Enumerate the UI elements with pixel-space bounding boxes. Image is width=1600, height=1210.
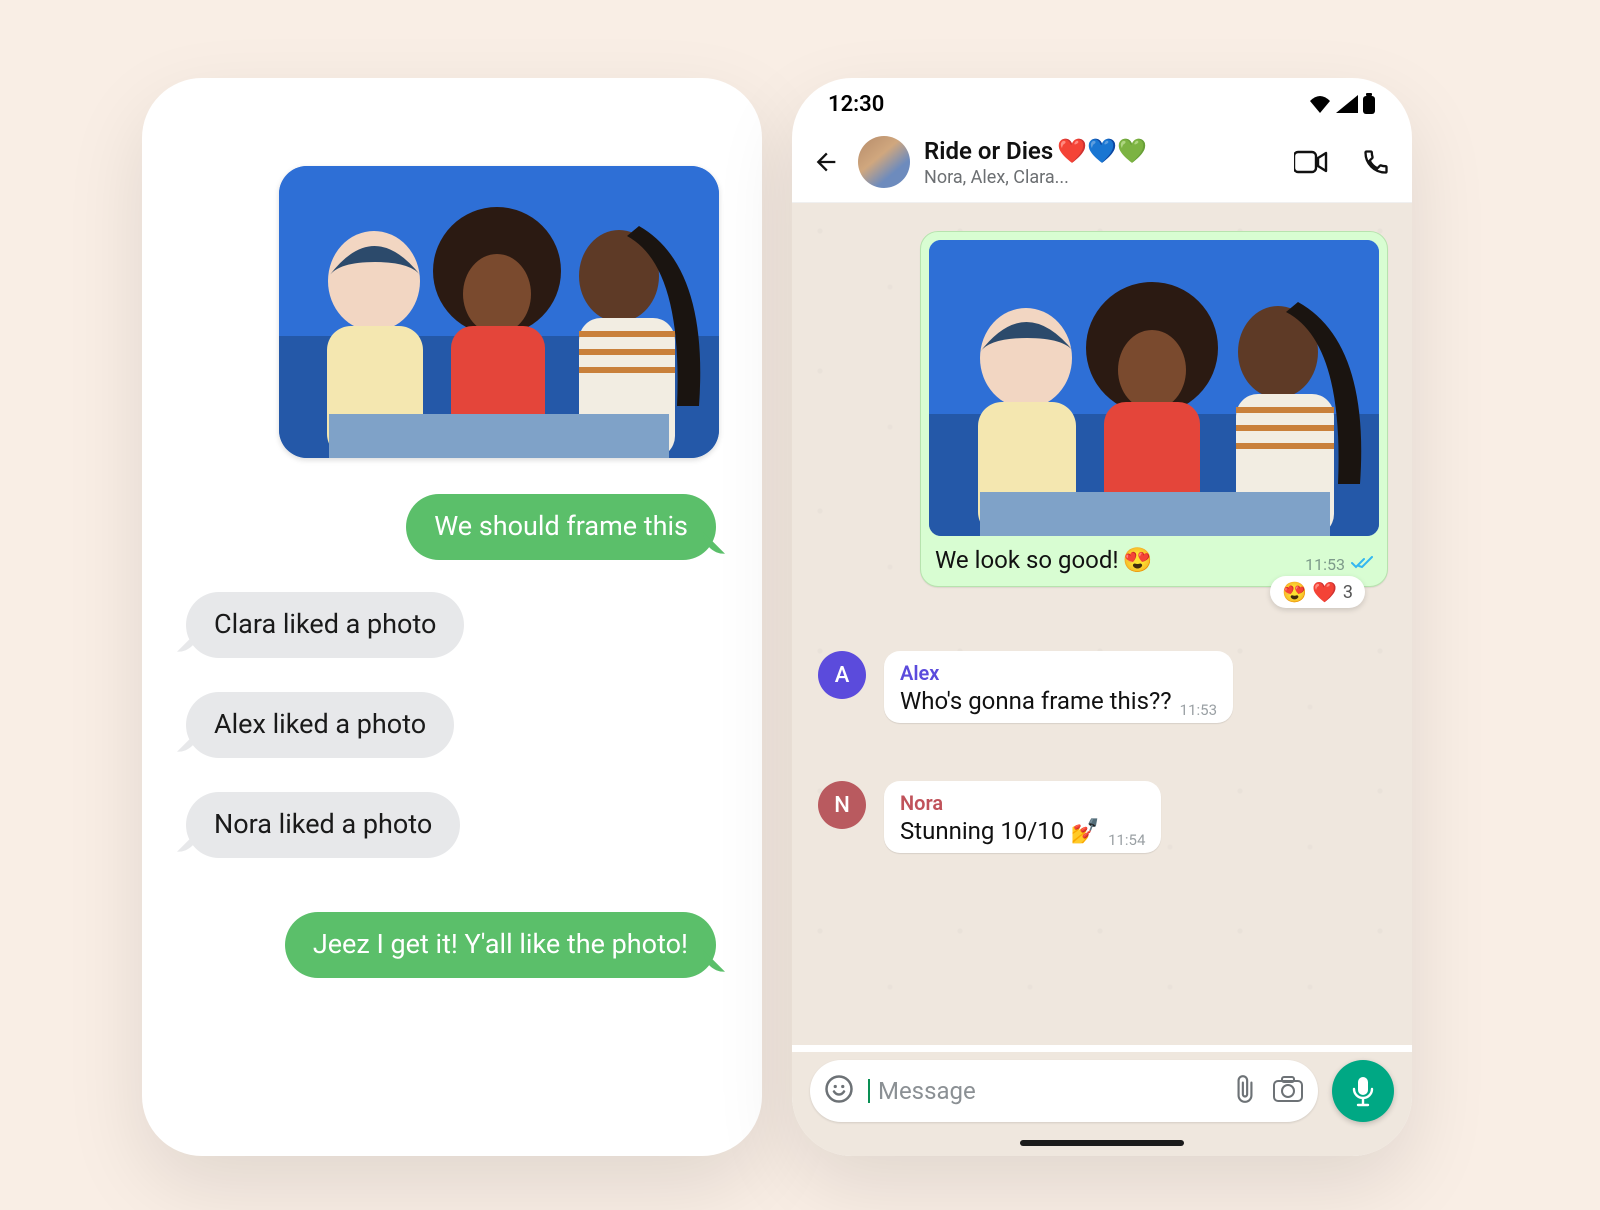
camera-button[interactable]	[1272, 1075, 1304, 1107]
emoji-picker-button[interactable]	[824, 1074, 854, 1108]
message-time: 11:53	[1180, 701, 1217, 719]
phone-icon	[1362, 148, 1390, 176]
group-avatar[interactable]	[858, 136, 910, 188]
chat-subtitle: Nora, Alex, Clara...	[924, 167, 1280, 188]
sender-avatar-alex[interactable]: A	[818, 651, 866, 699]
reaction-count: 3	[1343, 582, 1353, 603]
battery-icon	[1362, 93, 1376, 115]
system-like-bubble[interactable]: Alex liked a photo	[186, 692, 454, 758]
sent-message-bubble[interactable]: We should frame this	[406, 494, 716, 560]
whatsapp-phone: 12:30 Ride or Dies ❤️💙💚 Nora, Alex, Clar…	[792, 78, 1412, 1156]
sent-message-bubble[interactable]: Jeez I get it! Y'all like the photo!	[285, 912, 716, 978]
video-call-button[interactable]	[1294, 150, 1328, 174]
incoming-message-alex[interactable]: Alex Who's gonna frame this?? 11:53	[884, 651, 1233, 723]
camera-icon	[1272, 1075, 1304, 1103]
message-text: Who's gonna frame this??	[900, 687, 1172, 715]
status-time: 12:30	[828, 92, 884, 117]
message-time: 11:54	[1108, 831, 1145, 849]
sender-name: Nora	[900, 791, 1145, 815]
generic-chat-thread: We should frame this Clara liked a photo…	[164, 126, 740, 1108]
outgoing-caption: We look so good!	[935, 546, 1119, 574]
message-time: 11:53	[1305, 555, 1345, 574]
reaction-emojis: 😍 ❤️	[1282, 580, 1337, 604]
chat-scroll-area[interactable]: We look so good! 😍 11:53 😍 ❤️ 3	[792, 203, 1412, 1045]
incoming-message-nora[interactable]: Nora Stunning 10/10 💅 11:54	[884, 781, 1161, 853]
message-input-placeholder: Message	[868, 1079, 1218, 1103]
sender-name: Alex	[900, 661, 1217, 685]
back-button[interactable]	[808, 144, 844, 180]
message-input[interactable]: Message	[810, 1060, 1318, 1122]
cell-signal-icon	[1336, 95, 1358, 113]
outgoing-image-message[interactable]: We look so good! 😍 11:53 😍 ❤️ 3	[920, 231, 1388, 587]
mic-icon	[1350, 1075, 1376, 1107]
system-like-bubble[interactable]: Clara liked a photo	[186, 592, 464, 658]
sent-photo[interactable]	[279, 166, 719, 458]
chat-title-block[interactable]: Ride or Dies ❤️💙💚 Nora, Alex, Clara...	[924, 137, 1280, 188]
chat-title: Ride or Dies	[924, 137, 1053, 165]
wifi-icon	[1308, 95, 1332, 113]
read-receipt-icon	[1351, 555, 1373, 574]
chat-title-emoji: ❤️💙💚	[1057, 137, 1147, 165]
outgoing-caption-emoji: 😍	[1123, 546, 1153, 574]
reaction-pill[interactable]: 😍 ❤️ 3	[1270, 576, 1365, 608]
generic-messenger-phone: We should frame this Clara liked a photo…	[142, 78, 762, 1156]
arrow-left-icon	[812, 148, 840, 176]
system-like-bubble[interactable]: Nora liked a photo	[186, 792, 460, 858]
attach-button[interactable]	[1232, 1074, 1258, 1108]
paperclip-icon	[1232, 1074, 1258, 1104]
voice-message-button[interactable]	[1332, 1060, 1394, 1122]
voice-call-button[interactable]	[1362, 148, 1390, 176]
chat-header: Ride or Dies ❤️💙💚 Nora, Alex, Clara...	[792, 130, 1412, 203]
android-status-bar: 12:30	[792, 78, 1412, 130]
outgoing-photo[interactable]	[929, 240, 1379, 536]
smile-icon	[824, 1074, 854, 1104]
android-home-indicator	[1020, 1140, 1184, 1146]
message-text: Stunning 10/10 💅	[900, 817, 1100, 845]
video-icon	[1294, 150, 1328, 174]
sender-avatar-nora[interactable]: N	[818, 781, 866, 829]
